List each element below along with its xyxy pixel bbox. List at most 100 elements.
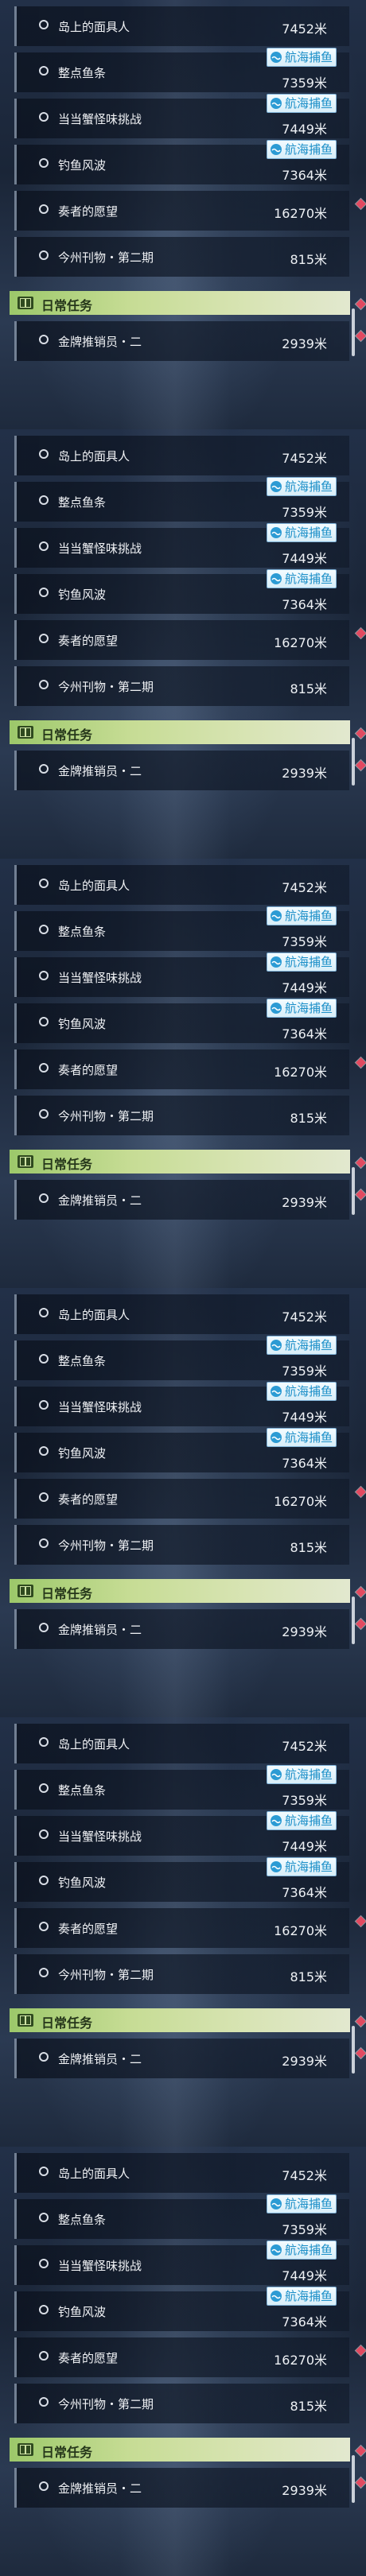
scrollbar[interactable] bbox=[352, 1167, 355, 1215]
quest-name: 整点鱼条 bbox=[58, 495, 107, 510]
tag-label: 航海捕鱼 bbox=[284, 1767, 333, 1782]
wave-icon bbox=[270, 1861, 282, 1872]
quest-row[interactable]: 今州刊物・第二期 815米 bbox=[14, 237, 349, 277]
tag-label: 航海捕鱼 bbox=[284, 2289, 333, 2303]
quest-row[interactable]: 整点鱼条 航海捕鱼 7359米 bbox=[14, 1765, 349, 1810]
diamond-marker-icon bbox=[356, 1487, 366, 1497]
quest-row[interactable]: 钓鱼风波 航海捕鱼 7364米 bbox=[14, 569, 349, 614]
quest-panel: 岛上的面具人 7452米 整点鱼条 航海捕鱼 7359米 当当蟹怪味挑战 航海捕鱼 7449米… bbox=[0, 2147, 366, 2576]
quest-distance: 7364米 bbox=[282, 168, 327, 183]
daily-section-header[interactable]: 日常任务 bbox=[10, 2008, 350, 2032]
circle-outline-icon bbox=[39, 66, 49, 76]
section-title: 日常任务 bbox=[41, 1586, 93, 1601]
quest-row[interactable]: 当当蟹怪味挑战 航海捕鱼 7449米 bbox=[14, 952, 349, 997]
scrollbar[interactable] bbox=[352, 738, 355, 786]
quest-row[interactable]: 钓鱼风波 航海捕鱼 7364米 bbox=[14, 1857, 349, 1902]
quest-name: 奏者的愿望 bbox=[58, 1492, 119, 1507]
quest-distance: 815米 bbox=[290, 1111, 327, 1126]
daily-quest-row[interactable]: 金牌推销员・二 2939米 bbox=[14, 1609, 349, 1649]
section-title: 日常任务 bbox=[41, 2445, 93, 2460]
quest-row[interactable]: 今州刊物・第二期 815米 bbox=[14, 2384, 349, 2423]
book-icon bbox=[18, 1155, 33, 1168]
scrollbar[interactable] bbox=[352, 1596, 355, 1644]
quest-row[interactable]: 岛上的面具人 7452米 bbox=[14, 1294, 349, 1334]
circle-outline-icon bbox=[39, 1492, 49, 1502]
quest-row[interactable]: 整点鱼条 航海捕鱼 7359米 bbox=[14, 2194, 349, 2239]
circle-outline-icon bbox=[39, 1063, 49, 1073]
scrollbar[interactable] bbox=[352, 2026, 355, 2074]
daily-quest-row[interactable]: 金牌推销员・二 2939米 bbox=[14, 2039, 349, 2078]
quest-panel: 岛上的面具人 7452米 整点鱼条 航海捕鱼 7359米 当当蟹怪味挑战 航海捕鱼 7449米… bbox=[0, 429, 366, 859]
daily-section-header[interactable]: 日常任务 bbox=[10, 2438, 350, 2462]
wave-icon bbox=[270, 52, 282, 63]
quest-distance: 7364米 bbox=[282, 1885, 327, 1900]
quest-row[interactable]: 钓鱼风波 航海捕鱼 7364米 bbox=[14, 140, 349, 184]
tag-label: 航海捕鱼 bbox=[284, 1338, 333, 1352]
quest-name: 整点鱼条 bbox=[58, 1354, 107, 1368]
quest-panel: 岛上的面具人 7452米 整点鱼条 航海捕鱼 7359米 当当蟹怪味挑战 航海捕鱼 7449米… bbox=[0, 859, 366, 1288]
quest-row[interactable]: 岛上的面具人 7452米 bbox=[14, 1724, 349, 1763]
quest-row[interactable]: 整点鱼条 航海捕鱼 7359米 bbox=[14, 906, 349, 951]
quest-row[interactable]: 今州刊物・第二期 815米 bbox=[14, 1096, 349, 1135]
book-icon bbox=[18, 2014, 33, 2027]
quest-name: 岛上的面具人 bbox=[58, 2167, 130, 2181]
daily-section-header[interactable]: 日常任务 bbox=[10, 1579, 350, 1603]
quest-row[interactable]: 岛上的面具人 7452米 bbox=[14, 6, 349, 46]
quest-distance: 16270米 bbox=[274, 635, 327, 650]
circle-outline-icon bbox=[39, 1623, 49, 1632]
quest-row[interactable]: 当当蟹怪味挑战 航海捕鱼 7449米 bbox=[14, 2240, 349, 2285]
quest-name: 当当蟹怪味挑战 bbox=[58, 541, 142, 556]
quest-row[interactable]: 岛上的面具人 7452米 bbox=[14, 865, 349, 905]
diamond-marker-icon bbox=[356, 2345, 366, 2356]
daily-quest-row[interactable]: 金牌推销员・二 2939米 bbox=[14, 751, 349, 790]
quest-row[interactable]: 奏者的愿望 16270米 bbox=[14, 1908, 349, 1948]
quest-row[interactable]: 奏者的愿望 16270米 bbox=[14, 620, 349, 660]
quest-row[interactable]: 今州刊物・第二期 815米 bbox=[14, 1954, 349, 1994]
circle-outline-icon bbox=[39, 2305, 49, 2314]
section-title: 日常任务 bbox=[41, 1157, 93, 1172]
quest-name: 今州刊物・第二期 bbox=[58, 250, 154, 265]
quest-name: 金牌推销员・二 bbox=[58, 1193, 142, 1208]
daily-quest-row[interactable]: 金牌推销员・二 2939米 bbox=[14, 1180, 349, 1220]
quest-row[interactable]: 今州刊物・第二期 815米 bbox=[14, 1525, 349, 1565]
quest-row[interactable]: 整点鱼条 航海捕鱼 7359米 bbox=[14, 1336, 349, 1380]
quest-distance: 16270米 bbox=[274, 206, 327, 221]
quest-name: 钓鱼风波 bbox=[58, 1446, 107, 1461]
quest-row[interactable]: 当当蟹怪味挑战 航海捕鱼 7449米 bbox=[14, 1382, 349, 1426]
daily-section-header[interactable]: 日常任务 bbox=[10, 291, 350, 315]
daily-quest-row[interactable]: 金牌推销员・二 2939米 bbox=[14, 2468, 349, 2508]
quest-row[interactable]: 当当蟹怪味挑战 航海捕鱼 7449米 bbox=[14, 523, 349, 568]
quest-row[interactable]: 钓鱼风波 航海捕鱼 7364米 bbox=[14, 999, 349, 1043]
quest-row[interactable]: 岛上的面具人 7452米 bbox=[14, 436, 349, 475]
quest-name: 奏者的愿望 bbox=[58, 2351, 119, 2365]
circle-outline-icon bbox=[39, 1109, 49, 1119]
quest-row[interactable]: 奏者的愿望 16270米 bbox=[14, 1479, 349, 1519]
quest-row[interactable]: 岛上的面具人 7452米 bbox=[14, 2153, 349, 2193]
circle-outline-icon bbox=[39, 1829, 49, 1839]
quest-row[interactable]: 奏者的愿望 16270米 bbox=[14, 2337, 349, 2377]
quest-name: 当当蟹怪味挑战 bbox=[58, 971, 142, 985]
scrollbar[interactable] bbox=[352, 2455, 355, 2503]
circle-outline-icon bbox=[39, 1446, 49, 1456]
quest-distance: 815米 bbox=[290, 252, 327, 267]
daily-quest-row[interactable]: 金牌推销员・二 2939米 bbox=[14, 321, 349, 361]
quest-row[interactable]: 当当蟹怪味挑战 航海捕鱼 7449米 bbox=[14, 94, 349, 138]
quest-name: 金牌推销员・二 bbox=[58, 2052, 142, 2066]
scrollbar[interactable] bbox=[352, 308, 355, 356]
quest-row[interactable]: 奏者的愿望 16270米 bbox=[14, 1049, 349, 1089]
quest-name: 今州刊物・第二期 bbox=[58, 2397, 154, 2411]
quest-row[interactable]: 钓鱼风波 航海捕鱼 7364米 bbox=[14, 2287, 349, 2331]
daily-section-header[interactable]: 日常任务 bbox=[10, 1150, 350, 1174]
quest-name: 奏者的愿望 bbox=[58, 1063, 119, 1077]
quest-row[interactable]: 奏者的愿望 16270米 bbox=[14, 191, 349, 231]
circle-outline-icon bbox=[39, 112, 49, 122]
wave-icon bbox=[270, 956, 282, 968]
quest-row[interactable]: 钓鱼风波 航海捕鱼 7364米 bbox=[14, 1428, 349, 1472]
quest-row[interactable]: 整点鱼条 航海捕鱼 7359米 bbox=[14, 48, 349, 92]
daily-section-header[interactable]: 日常任务 bbox=[10, 720, 350, 744]
quest-row[interactable]: 当当蟹怪味挑战 航海捕鱼 7449米 bbox=[14, 1811, 349, 1856]
sailing-fishing-tag: 航海捕鱼 bbox=[266, 2287, 337, 2306]
circle-outline-icon bbox=[39, 541, 49, 551]
quest-row[interactable]: 整点鱼条 航海捕鱼 7359米 bbox=[14, 477, 349, 522]
quest-row[interactable]: 今州刊物・第二期 815米 bbox=[14, 666, 349, 706]
